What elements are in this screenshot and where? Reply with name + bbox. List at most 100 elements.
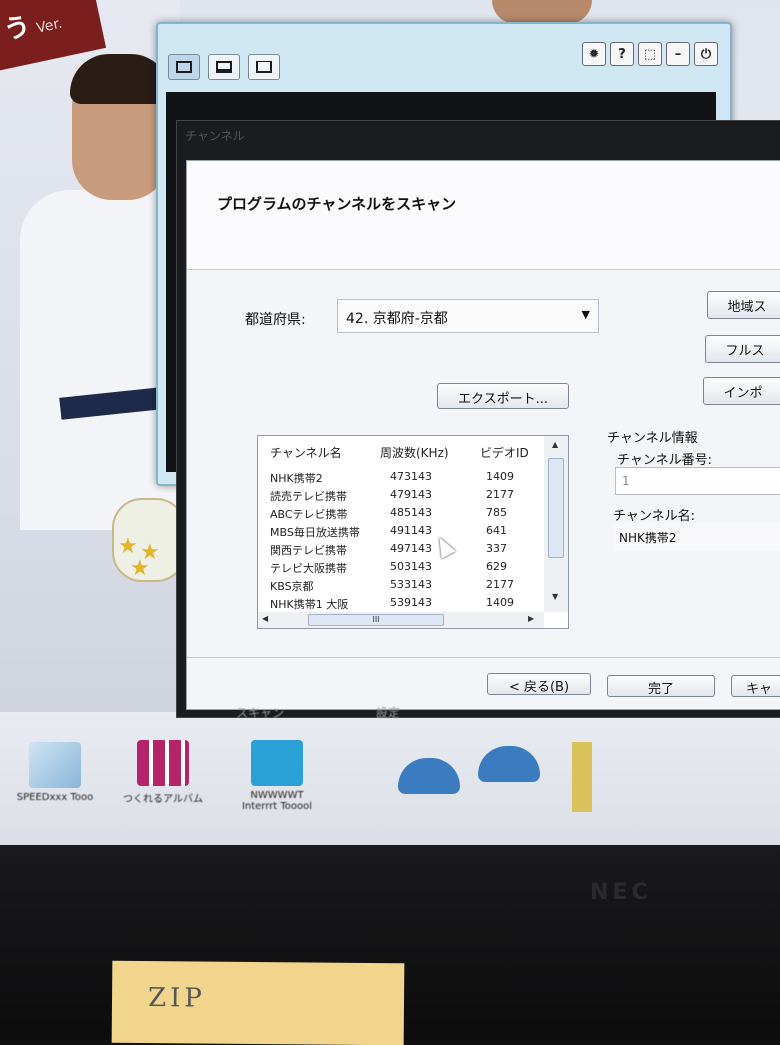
desktop-icon-speed[interactable]: SPEEDxxx Tooo xyxy=(10,742,100,803)
tool-icon xyxy=(251,740,303,786)
desktop-icon-album[interactable]: つくれるアルバム xyxy=(118,740,208,805)
background-label: スキャン xyxy=(236,706,285,720)
display-icon[interactable] xyxy=(208,54,240,80)
dialog-footer-divider xyxy=(187,657,780,658)
finish-button[interactable]: 完了 xyxy=(607,675,715,697)
cell-channel-name: KBS京都 xyxy=(270,580,314,593)
cancel-button[interactable]: キャ xyxy=(731,675,780,697)
table-row[interactable]: KBS京都 533143 2177 xyxy=(258,578,544,596)
cell-video-id: 641 xyxy=(486,524,507,537)
scroll-thumb[interactable] xyxy=(548,458,564,558)
settings-icon[interactable]: ✹ xyxy=(582,42,606,66)
vertical-scrollbar[interactable]: ▲ ▼ xyxy=(544,436,568,612)
cell-video-id: 2177 xyxy=(486,488,514,501)
dialog-heading: プログラムのチャンネルをスキャン xyxy=(217,195,457,213)
wallpaper-shoe xyxy=(398,758,460,794)
scroll-thumb-horizontal[interactable]: III xyxy=(308,614,444,626)
wallpaper-shoe xyxy=(478,746,540,782)
channel-name-field[interactable]: NHK携帯2 xyxy=(613,523,780,551)
scroll-right-icon[interactable]: ▶ xyxy=(528,614,534,623)
cell-frequency: 503143 xyxy=(390,560,432,573)
window-icon[interactable] xyxy=(248,54,280,80)
scroll-left-icon[interactable]: ◀ xyxy=(262,614,268,623)
scroll-down-icon[interactable]: ▼ xyxy=(552,592,558,601)
cell-video-id: 785 xyxy=(486,506,507,519)
monitor-icon[interactable] xyxy=(168,54,200,80)
column-header-name[interactable]: チャンネル名 xyxy=(270,444,342,461)
cell-channel-name: ABCテレビ携帯 xyxy=(270,508,348,521)
sticky-note-text: ZIP xyxy=(147,983,207,1014)
table-row[interactable]: 読売テレビ携帯 479143 2177 xyxy=(258,488,544,506)
cell-video-id: 337 xyxy=(486,542,507,555)
wallpaper-logo-suffix: Ver. xyxy=(34,15,64,37)
back-button[interactable]: < 戻る(B) xyxy=(487,673,591,695)
cell-frequency: 539143 xyxy=(390,596,432,609)
channel-number-field[interactable]: 1 xyxy=(615,467,780,495)
cell-frequency: 473143 xyxy=(390,470,432,483)
cell-frequency: 491143 xyxy=(390,524,432,537)
full-scan-button[interactable]: フルス xyxy=(705,335,780,363)
export-button[interactable]: エクスポート... xyxy=(437,383,569,409)
column-header-frequency[interactable]: 周波数(KHz) xyxy=(380,444,449,461)
cell-channel-name: NHK携帯1 大阪 xyxy=(270,598,349,611)
minimize-icon[interactable]: – xyxy=(666,42,690,66)
desktop-icon-internet-tool[interactable]: NWWWWT Interrrt Tooool xyxy=(232,740,322,812)
wallpaper-ornament xyxy=(572,742,592,812)
wallpaper-person-top xyxy=(492,0,592,24)
restore-icon[interactable]: ⬚ xyxy=(638,42,662,66)
column-header-video-id[interactable]: ビデオID xyxy=(480,444,529,461)
album-icon xyxy=(137,740,189,786)
cell-video-id: 629 xyxy=(486,560,507,573)
wallpaper-logo-text: う xyxy=(1,11,34,47)
app-icon xyxy=(29,742,81,788)
background-window-labels: スキャン 設定 xyxy=(236,704,488,721)
prefecture-label: 都道府県: xyxy=(245,312,306,328)
dialog-header: プログラムのチャンネルをスキャン xyxy=(187,161,780,270)
cell-channel-name: MBS毎日放送携帯 xyxy=(270,526,360,539)
power-icon[interactable]: ⏻ xyxy=(694,42,718,66)
import-button[interactable]: インポ xyxy=(703,377,780,405)
channel-scan-dialog: プログラムのチャンネルをスキャン 都道府県: 42. 京都府-京都 ▼ 地域ス … xyxy=(186,160,780,710)
prefecture-value: 42. 京都府-京都 xyxy=(346,311,448,327)
dialog-window-title: チャンネル xyxy=(185,129,245,143)
brand-logo: NEC xyxy=(590,880,652,905)
desktop-icon-label: NWWWWT Interrrt Tooool xyxy=(241,790,313,812)
cell-video-id: 2177 xyxy=(486,578,514,591)
channel-name-label: チャンネル名: xyxy=(613,509,695,524)
cell-channel-name: 関西テレビ携帯 xyxy=(270,544,347,557)
desktop-icon-label: つくれるアルバム xyxy=(123,794,203,805)
cell-video-id: 1409 xyxy=(486,596,514,609)
desktop-bottom-area xyxy=(0,712,780,845)
background-label: 設定 xyxy=(375,706,400,720)
cell-channel-name: NHK携帯2 xyxy=(270,472,323,485)
horizontal-scrollbar[interactable]: ◀ III ▶ xyxy=(258,612,544,628)
wallpaper-sticker: ★ ★ ★ xyxy=(112,498,186,582)
table-row[interactable]: NHK携帯2 473143 1409 xyxy=(258,470,544,488)
cell-frequency: 533143 xyxy=(390,578,432,591)
cell-frequency: 497143 xyxy=(390,542,432,555)
channel-list-header: チャンネル名 周波数(KHz) ビデオID xyxy=(258,436,544,462)
window-controls: ✹ ? ⬚ – ⏻ xyxy=(582,42,718,66)
region-scan-button[interactable]: 地域ス xyxy=(707,291,780,319)
prefecture-select[interactable]: 42. 京都府-京都 ▼ xyxy=(337,299,599,333)
help-icon[interactable]: ? xyxy=(610,42,634,66)
wallpaper-hair xyxy=(70,54,170,104)
app-toolbar xyxy=(168,54,280,80)
cell-frequency: 485143 xyxy=(390,506,432,519)
table-row[interactable]: MBS毎日放送携帯 491143 641 xyxy=(258,524,544,542)
table-row[interactable]: 関西テレビ携帯 497143 337 xyxy=(258,542,544,560)
desktop-icon-label: SPEEDxxx Tooo xyxy=(16,792,94,803)
cell-frequency: 479143 xyxy=(390,488,432,501)
cell-channel-name: 読売テレビ携帯 xyxy=(270,490,347,503)
cell-video-id: 1409 xyxy=(486,470,514,483)
channel-info-title: チャンネル情報 xyxy=(607,431,698,446)
chevron-down-icon: ▼ xyxy=(581,308,590,321)
sticky-note: ZIP xyxy=(111,960,405,1045)
star-icon: ★ xyxy=(130,556,150,581)
scroll-up-icon[interactable]: ▲ xyxy=(552,440,558,449)
channel-list[interactable]: チャンネル名 周波数(KHz) ビデオID NHK携帯2 473143 1409… xyxy=(257,435,569,629)
channel-number-label: チャンネル番号: xyxy=(617,453,712,468)
table-row[interactable]: ABCテレビ携帯 485143 785 xyxy=(258,506,544,524)
table-row[interactable]: テレビ大阪携帯 503143 629 xyxy=(258,560,544,578)
cell-channel-name: テレビ大阪携帯 xyxy=(270,562,347,575)
